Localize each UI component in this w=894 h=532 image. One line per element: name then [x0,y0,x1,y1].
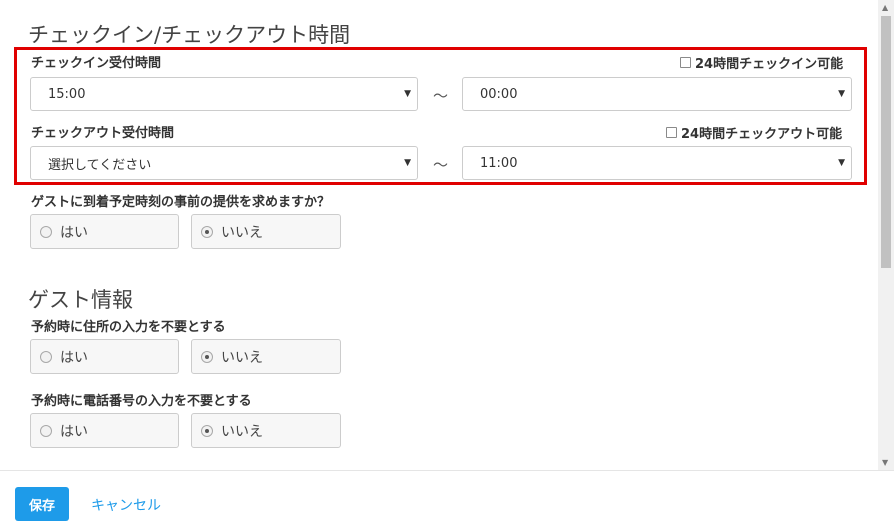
checkout-24h-label: 24時間チェックアウト可能 [681,127,843,142]
checkout-24h-checkbox[interactable]: 24時間チェックアウト可能 [666,123,842,142]
dropdown-arrow-icon: ▼ [838,89,845,99]
address-yes-option[interactable]: はい [30,339,179,374]
range-separator: 〜 [433,87,449,105]
scroll-up-icon[interactable]: ▲ [882,3,888,12]
option-label: はい [60,423,88,440]
checkin-to-select[interactable]: 00:00 ▼ [462,77,852,111]
option-label: はい [60,224,88,241]
radio-unchecked-icon[interactable] [40,225,52,238]
checkout-to-value: 11:00 [480,155,518,171]
scrollbar-thumb[interactable] [881,16,891,268]
arrival-yes-option[interactable]: はい [30,214,179,249]
checkin-from-select[interactable]: 15:00 ▼ [30,77,418,111]
scroll-down-icon[interactable]: ▼ [882,458,888,467]
option-label: いいえ [221,423,263,440]
option-label: いいえ [221,349,263,366]
radio-unchecked-icon[interactable] [40,424,52,437]
checkout-time-label: チェックアウト受付時間 [31,126,175,141]
checkin-from-value: 15:00 [48,86,86,102]
guest-section-title: ゲスト情報 [28,288,133,312]
phone-yes-option[interactable]: はい [30,413,179,448]
vertical-scrollbar[interactable]: ▲ ▼ [878,0,894,470]
phone-question: 予約時に電話番号の入力を不要とする [31,394,252,409]
save-button[interactable]: 保存 [15,487,69,521]
checkout-to-select[interactable]: 11:00 ▼ [462,146,852,180]
checkout-from-value: 選択してください [48,157,152,173]
checkin-time-label: チェックイン受付時間 [31,56,162,71]
settings-form: チェックイン/チェックアウト時間 チェックイン受付時間 24時間チェックイン可能… [0,0,878,470]
dropdown-arrow-icon: ▼ [404,158,411,168]
address-no-option[interactable]: いいえ [191,339,341,374]
modal-footer: 保存 キャンセル [0,470,894,532]
checkin-section-title: チェックイン/チェックアウト時間 [28,23,351,47]
option-label: いいえ [221,224,263,241]
checkin-24h-checkbox[interactable]: 24時間チェックイン可能 [680,53,843,72]
arrival-time-question: ゲストに到着予定時刻の事前の提供を求めますか？ [31,195,331,210]
checkbox-box[interactable] [680,57,691,68]
checkin-to-value: 00:00 [480,86,518,102]
address-question: 予約時に住所の入力を不要とする [31,320,226,335]
dropdown-arrow-icon: ▼ [838,158,845,168]
arrival-no-option[interactable]: いいえ [191,214,341,249]
option-label: はい [60,349,88,366]
radio-checked-icon[interactable] [201,350,213,363]
cancel-link[interactable]: キャンセル [91,495,161,515]
radio-checked-icon[interactable] [201,225,213,238]
radio-unchecked-icon[interactable] [40,350,52,363]
radio-checked-icon[interactable] [201,424,213,437]
dropdown-arrow-icon: ▼ [404,89,411,99]
checkin-24h-label: 24時間チェックイン可能 [695,57,844,72]
phone-no-option[interactable]: いいえ [191,413,341,448]
checkout-from-select[interactable]: 選択してください ▼ [30,146,418,180]
checkbox-box[interactable] [666,127,677,138]
range-separator: 〜 [433,156,449,174]
